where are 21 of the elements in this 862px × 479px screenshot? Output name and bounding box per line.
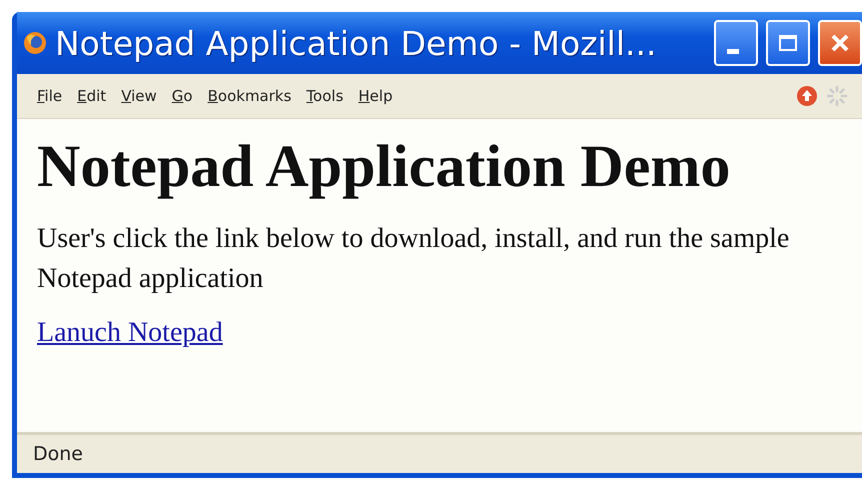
close-button[interactable] bbox=[818, 20, 862, 66]
menu-item[interactable]: Bookmarks bbox=[204, 87, 302, 105]
page-heading: Notepad Application Demo bbox=[37, 133, 732, 199]
page-paragraph: User's click the link below to download, install, and run the sample Notepad application bbox=[37, 222, 790, 296]
menu-item[interactable]: View bbox=[117, 87, 168, 105]
throbber-icon bbox=[826, 85, 848, 107]
maximize-button[interactable] bbox=[766, 20, 810, 66]
menu-item[interactable]: File bbox=[33, 87, 74, 105]
minimize-icon bbox=[727, 48, 739, 54]
globe-icon bbox=[23, 31, 47, 55]
menu-item[interactable]: Help bbox=[354, 87, 404, 105]
status-text: Done bbox=[33, 443, 83, 465]
launch-link[interactable]: Lanuch Notepad bbox=[37, 317, 223, 348]
menu-item[interactable]: Go bbox=[168, 87, 204, 105]
update-icon[interactable] bbox=[796, 85, 818, 107]
menu-item[interactable]: Edit bbox=[73, 87, 118, 105]
close-icon bbox=[830, 33, 850, 53]
minimize-button[interactable] bbox=[714, 20, 758, 66]
menu-item[interactable]: Tools bbox=[302, 87, 354, 105]
maximize-icon bbox=[778, 34, 798, 52]
window-title: Notepad Application Demo - Mozill... bbox=[55, 24, 658, 62]
